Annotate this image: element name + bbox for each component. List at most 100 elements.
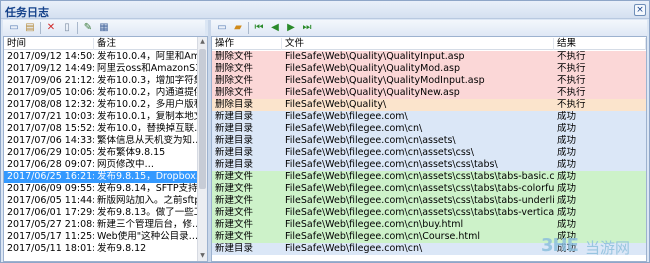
log-row[interactable]: 2017/06/29 10:05:18发布繁体9.8.15 bbox=[4, 147, 197, 159]
column-header-file[interactable]: 文件 bbox=[282, 38, 554, 50]
log-note: 发布繁体9.8.15 bbox=[97, 147, 166, 158]
log-row[interactable]: 2017/08/08 12:32:19发布10.0.2，多用户版私… bbox=[4, 99, 197, 111]
log-row[interactable]: 2017/05/27 21:08:28新建三个管理后台，修… bbox=[4, 219, 197, 231]
log-time: 2017/05/17 11:25:07 bbox=[7, 231, 94, 242]
operation-type: 删除文件 bbox=[215, 63, 254, 74]
operation-type: 新建目录 bbox=[215, 111, 254, 122]
log-note: 发布9.8.13。做了一些工… bbox=[97, 207, 197, 218]
operation-file: FileSafe\Web\filegee.com\cn\assets\css\t… bbox=[285, 171, 554, 182]
operation-row[interactable]: 删除文件 FileSafe\Web\Quality\QualityNew.asp 不… bbox=[212, 87, 646, 99]
watermark-logo: 3HE bbox=[541, 235, 579, 256]
operation-row[interactable]: 新建目录 FileSafe\Web\filegee.com\cn\assets\c… bbox=[212, 159, 646, 171]
log-note: Web使用"这种公目录… bbox=[97, 231, 197, 242]
log-row[interactable]: 2017/07/06 14:33:55繁体信息从天机变为知… bbox=[4, 135, 197, 147]
operation-row[interactable]: 新建文件 FileSafe\Web\filegee.com\cn\assets\c… bbox=[212, 195, 646, 207]
delete-icon[interactable]: ✕ bbox=[44, 21, 58, 35]
log-note: 发布10.0，替换掉互联… bbox=[97, 123, 197, 134]
log-row[interactable]: 2017/09/12 14:49:10阿里云oss和AmazonS3… bbox=[4, 63, 197, 75]
operation-row[interactable]: 新建文件 FileSafe\Web\filegee.com\cn\buy.html… bbox=[212, 219, 646, 231]
log-row[interactable]: 2017/05/11 18:01:11发布9.8.12 bbox=[4, 243, 197, 255]
operation-detail-panel: 操作 文件 结果 删除文件 FileSafe\Web\Quality\Qualit… bbox=[211, 36, 647, 262]
log-time: 2017/06/09 09:55:47 bbox=[7, 183, 94, 194]
operation-type: 新建目录 bbox=[215, 159, 254, 170]
operation-row[interactable]: 新建目录 FileSafe\Web\filegee.com\cn\assets\c… bbox=[212, 147, 646, 159]
operation-row[interactable]: 新建目录 FileSafe\Web\filegee.com\cn\assets\ 成… bbox=[212, 135, 646, 147]
log-note: 发布10.0.4，阿里和Am… bbox=[97, 51, 197, 62]
log-row[interactable]: 2017/07/21 10:03:49发布10.0.1，复制本地文… bbox=[4, 111, 197, 123]
operation-row[interactable]: 删除文件 FileSafe\Web\Quality\QualityInput.as… bbox=[212, 51, 646, 63]
open-folder-icon[interactable]: ▰ bbox=[231, 21, 245, 35]
column-header-result[interactable]: 结果 bbox=[554, 38, 646, 50]
column-header-time[interactable]: 时间 bbox=[4, 38, 94, 50]
column-header-note[interactable]: 备注 bbox=[94, 38, 207, 50]
edit-icon[interactable]: ✎ bbox=[81, 21, 95, 35]
log-time: 2017/09/06 21:12:27 bbox=[7, 75, 94, 86]
watermark-text: 当游网 bbox=[585, 239, 631, 257]
new-doc-icon[interactable]: ▭ bbox=[7, 21, 21, 35]
log-time: 2017/09/12 14:49:10 bbox=[7, 63, 94, 74]
operation-type: 新建文件 bbox=[215, 231, 254, 242]
operation-row[interactable]: 新建文件 FileSafe\Web\filegee.com\cn\assets\c… bbox=[212, 183, 646, 195]
operation-result: 成功 bbox=[557, 171, 577, 182]
trash-icon[interactable]: ▯ bbox=[60, 21, 74, 35]
log-note: 网页修改中… bbox=[97, 159, 155, 170]
log-row[interactable]: 2017/09/06 21:12:27发布10.0.3，增加字符集编码… bbox=[4, 75, 197, 87]
operation-file: FileSafe\Web\filegee.com\cn\assets\css\t… bbox=[285, 207, 554, 218]
operation-row[interactable]: 删除文件 FileSafe\Web\Quality\QualityModInput… bbox=[212, 75, 646, 87]
new-doc-icon[interactable]: ▭ bbox=[215, 21, 229, 35]
operation-type: 新建文件 bbox=[215, 207, 254, 218]
log-note: 繁体信息从天机变为知… bbox=[97, 135, 197, 146]
operation-row[interactable]: 新建文件 FileSafe\Web\filegee.com\cn\assets\c… bbox=[212, 171, 646, 183]
operation-row[interactable]: 新建文件 FileSafe\Web\filegee.com\cn\assets\c… bbox=[212, 207, 646, 219]
log-row[interactable]: 2017/09/12 14:50:35发布10.0.4，阿里和Am… bbox=[4, 51, 197, 63]
operation-result: 成功 bbox=[557, 207, 577, 218]
operation-type: 删除文件 bbox=[215, 75, 254, 86]
operation-type: 新建文件 bbox=[215, 183, 254, 194]
column-header-operation[interactable]: 操作 bbox=[212, 38, 282, 50]
log-row[interactable]: 2017/09/05 10:06:30发布10.0.2，内通道提供… bbox=[4, 87, 197, 99]
log-row[interactable]: 2017/07/08 15:52:03发布10.0，替换掉互联… bbox=[4, 123, 197, 135]
log-time: 2017/06/05 11:44:10 bbox=[7, 195, 94, 206]
first-icon[interactable]: ⏮ bbox=[252, 21, 266, 35]
log-list-scrollbar[interactable]: ▲ ▼ bbox=[197, 37, 207, 261]
log-time: 2017/08/08 12:32:19 bbox=[7, 99, 94, 110]
scroll-thumb[interactable] bbox=[199, 49, 206, 189]
operation-row[interactable]: 新建目录 FileSafe\Web\filegee.com\cn\ 成功 bbox=[212, 123, 646, 135]
log-row[interactable]: 2017/06/01 17:29:35发布9.8.13。做了一些工… bbox=[4, 207, 197, 219]
log-row[interactable]: 2017/06/25 16:21:41发布9.8.15，Dropbox… bbox=[4, 171, 197, 183]
operation-result: 成功 bbox=[557, 111, 577, 122]
last-icon[interactable]: ⏭ bbox=[300, 21, 314, 35]
scroll-up-icon[interactable]: ▲ bbox=[198, 37, 207, 47]
operation-row[interactable]: 删除目录 FileSafe\Web\Quality\ 不执行 bbox=[212, 99, 646, 111]
scroll-down-icon[interactable]: ▼ bbox=[198, 251, 207, 261]
log-time: 2017/07/21 10:03:49 bbox=[7, 111, 94, 122]
log-row[interactable]: 2017/06/09 09:55:47发布9.8.14，SFTP支持L… bbox=[4, 183, 197, 195]
log-row[interactable]: 2017/05/17 11:25:07Web使用"这种公目录… bbox=[4, 231, 197, 243]
operation-result: 不执行 bbox=[557, 51, 586, 62]
open-doc-icon[interactable]: ▤ bbox=[23, 21, 37, 35]
task-log-window: 任务日志 × ▭ ▤ ✕ ▯ ✎ ▦ ▭ ▰ ⏮ ◀ ▶ ⏭ 时间 备注 201… bbox=[0, 0, 650, 263]
log-row[interactable]: 2017/06/28 09:07:42网页修改中… bbox=[4, 159, 197, 171]
operation-result: 成功 bbox=[557, 147, 577, 158]
log-note: 发布9.8.14，SFTP支持L… bbox=[97, 183, 197, 194]
log-note: 发布10.0.1，复制本地文… bbox=[97, 111, 197, 122]
close-icon[interactable]: × bbox=[634, 4, 646, 16]
log-note: 发布9.8.15，Dropbox… bbox=[97, 171, 197, 182]
operation-type: 新建文件 bbox=[215, 195, 254, 206]
log-time: 2017/06/01 17:29:35 bbox=[7, 207, 94, 218]
prev-icon[interactable]: ◀ bbox=[268, 21, 282, 35]
operation-row[interactable]: 删除文件 FileSafe\Web\Quality\QualityMod.asp 不… bbox=[212, 63, 646, 75]
properties-icon[interactable]: ▦ bbox=[97, 21, 111, 35]
operation-file: FileSafe\Web\filegee.com\cn\ bbox=[285, 243, 423, 254]
operation-row[interactable]: 新建目录 FileSafe\Web\filegee.com\ 成功 bbox=[212, 111, 646, 123]
operation-result: 成功 bbox=[557, 183, 577, 194]
log-row[interactable]: 2017/06/05 11:44:10新版网站加入。之前sftp… bbox=[4, 195, 197, 207]
operation-result: 不执行 bbox=[557, 87, 586, 98]
next-icon[interactable]: ▶ bbox=[284, 21, 298, 35]
operation-file: FileSafe\Web\filegee.com\cn\assets\css\t… bbox=[285, 195, 554, 206]
operation-result: 成功 bbox=[557, 123, 577, 134]
operation-result: 不执行 bbox=[557, 63, 586, 74]
log-time: 2017/05/27 21:08:28 bbox=[7, 219, 94, 230]
operation-type: 新建目录 bbox=[215, 243, 254, 254]
operation-result: 成功 bbox=[557, 219, 577, 230]
